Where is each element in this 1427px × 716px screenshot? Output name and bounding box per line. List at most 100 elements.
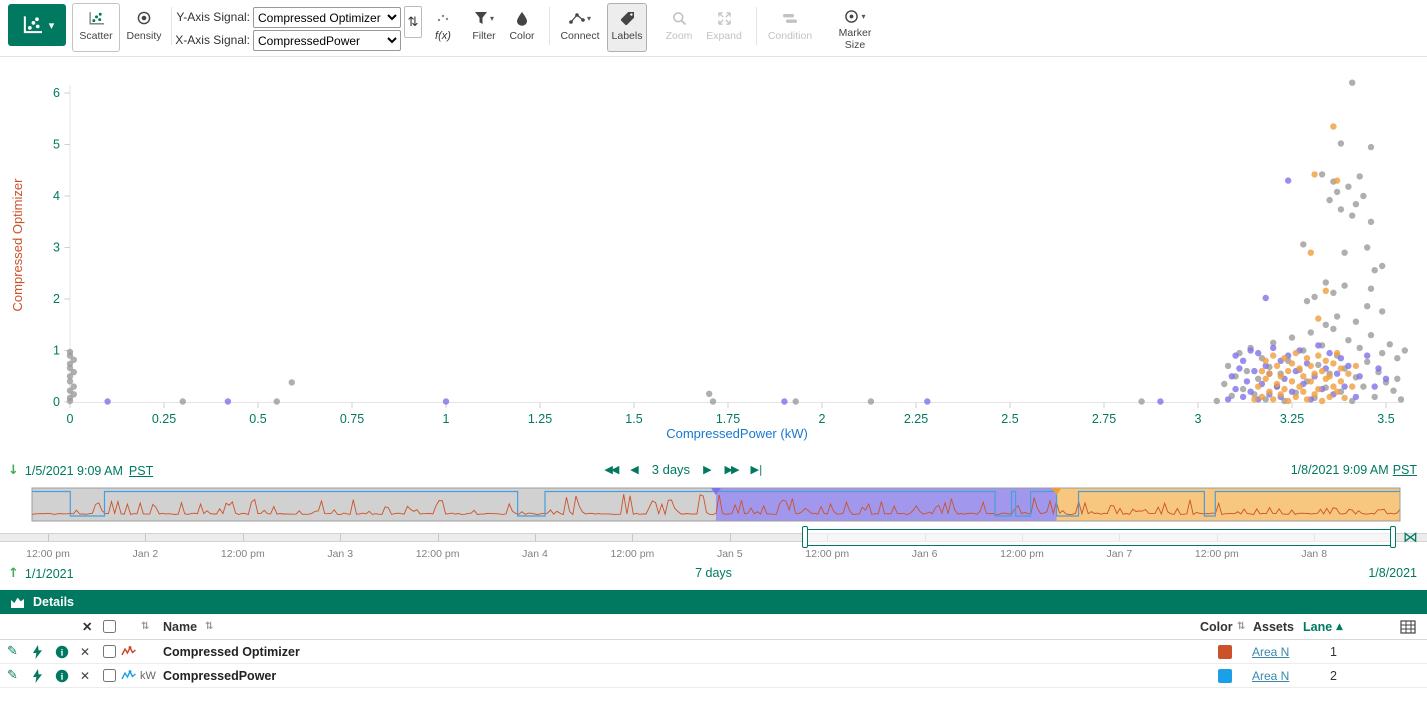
remove-all-button[interactable]: ✕: [82, 614, 92, 639]
derive-icon[interactable]: [32, 664, 43, 687]
display-range-bar: ↓ 1/5/2021 9:09 AM PST ◀◀ ◀ 3 days ▶ ▶▶ …: [0, 458, 1427, 484]
remove-icon[interactable]: ✕: [80, 640, 90, 663]
derive-icon[interactable]: [32, 640, 43, 663]
timezone-link[interactable]: PST: [1393, 463, 1417, 477]
x-tick-label: 0: [67, 412, 74, 426]
color-swatch[interactable]: [1218, 645, 1232, 659]
column-header-name[interactable]: Name: [163, 614, 197, 639]
scatter-point: [1334, 177, 1340, 183]
column-header-color[interactable]: Color: [1200, 614, 1233, 639]
timezone-link[interactable]: PST: [129, 464, 153, 478]
scatter-point: [1157, 398, 1163, 404]
table-columns-button[interactable]: [1400, 614, 1416, 639]
swap-axes-button[interactable]: ⇅: [404, 6, 422, 38]
fx-button[interactable]: f(x): [428, 3, 458, 52]
x-tick-label: 3: [1195, 412, 1202, 426]
info-icon[interactable]: i: [55, 664, 69, 687]
step-size-label[interactable]: 3 days: [652, 462, 690, 477]
scatter-point: [1296, 365, 1302, 371]
sort-icon[interactable]: ⇅: [141, 614, 149, 639]
scatter-plot[interactable]: Compressed Optimizer CompressedPower (kW…: [0, 57, 1427, 455]
scatter-point: [1338, 206, 1344, 212]
scatter-point: [1308, 378, 1314, 384]
scatter-point: [1289, 378, 1295, 384]
density-mode-label: Density: [127, 30, 162, 42]
asset-link[interactable]: Area N: [1252, 669, 1289, 683]
sort-ascending-icon[interactable]: ▲: [1336, 614, 1343, 639]
chevron-down-icon: ▾: [49, 19, 55, 32]
condition-button[interactable]: Condition: [764, 3, 816, 52]
scatter-point: [1357, 373, 1363, 379]
row-checkbox[interactable]: [103, 645, 116, 658]
expand-button[interactable]: Expand: [702, 3, 746, 52]
scatter-point: [1360, 193, 1366, 199]
sort-icon[interactable]: ⇅: [205, 614, 213, 639]
scatter-mode-button[interactable]: Scatter: [72, 3, 120, 52]
timebar-region-unselected[interactable]: [32, 488, 716, 521]
selection-right-handle[interactable]: [1390, 526, 1396, 548]
connect-button[interactable]: ▾ Connect: [558, 3, 602, 52]
density-mode-button[interactable]: Density: [122, 3, 166, 52]
table-row: ✎ i ✕ Compressed Optimizer Area N 1: [0, 640, 1427, 664]
scatter-point: [1270, 396, 1276, 402]
scatter-point: [1289, 360, 1295, 366]
tool-picker-button[interactable]: ▾: [8, 4, 66, 46]
y-axis-signal-select[interactable]: Compressed Optimizer: [253, 7, 401, 28]
y-axis-signal-label: Y-Axis Signal:: [164, 10, 250, 24]
zoom-button[interactable]: Zoom: [661, 3, 697, 52]
selection-left-handle[interactable]: [802, 526, 808, 548]
step-back-many-button[interactable]: ◀◀: [604, 463, 617, 476]
trend-preview-strip[interactable]: [0, 487, 1427, 523]
column-header-lane[interactable]: Lane: [1303, 614, 1332, 639]
scatter-point: [924, 398, 930, 404]
toolbar-separator: [549, 7, 550, 45]
color-swatch[interactable]: [1218, 669, 1232, 683]
remove-icon[interactable]: ✕: [80, 664, 90, 687]
scatter-point: [1255, 350, 1261, 356]
fit-range-icon[interactable]: ⋈: [1403, 528, 1418, 546]
marker-size-button[interactable]: ▾ Marker Size: [824, 3, 886, 52]
step-to-end-button[interactable]: ▶|: [750, 463, 762, 476]
scatter-point: [1330, 383, 1336, 389]
tag-icon: [620, 9, 635, 27]
scrubber-selection-range[interactable]: [805, 529, 1393, 546]
edit-icon[interactable]: ✎: [7, 664, 18, 687]
row-name[interactable]: Compressed Optimizer: [163, 640, 300, 663]
scatter-point: [1368, 219, 1374, 225]
scatter-point: [1229, 373, 1235, 379]
sort-icon[interactable]: ⇅: [1237, 614, 1245, 639]
step-forward-many-button[interactable]: ▶▶: [725, 463, 738, 476]
x-axis-signal-select[interactable]: CompressedPower: [253, 30, 401, 51]
scrubber-tick: [730, 534, 731, 541]
row-checkbox[interactable]: [103, 669, 116, 682]
filter-button[interactable]: ▾ Filter: [466, 3, 502, 52]
scatter-point: [1323, 279, 1329, 285]
step-forward-button[interactable]: ▶: [703, 463, 711, 476]
x-tick-label: 1.25: [528, 412, 552, 426]
row-name[interactable]: CompressedPower: [163, 664, 276, 687]
details-panel-header[interactable]: Details: [0, 590, 1427, 614]
edit-icon[interactable]: ✎: [7, 640, 18, 663]
range-start-arrow-icon: ↓: [8, 463, 19, 478]
scatter-point: [1263, 295, 1269, 301]
investigate-range-duration[interactable]: 7 days: [0, 566, 1427, 580]
y-tick-label: 5: [53, 138, 60, 152]
column-header-assets[interactable]: Assets: [1253, 614, 1294, 639]
color-button[interactable]: Color: [506, 3, 538, 52]
select-all-checkbox[interactable]: [103, 620, 116, 633]
time-axis-label: Jan 6: [912, 548, 938, 560]
time-axis-label: 12:00 pm: [416, 548, 460, 560]
time-axis-label: 12:00 pm: [1195, 548, 1239, 560]
scatter-point: [71, 383, 77, 389]
scatter-point: [1240, 358, 1246, 364]
density-icon: [136, 9, 152, 27]
y-tick-label: 3: [53, 241, 60, 255]
timebar-region-capsule-orange[interactable]: [1057, 488, 1400, 521]
asset-link[interactable]: Area N: [1252, 645, 1289, 659]
info-icon[interactable]: i: [55, 640, 69, 663]
scatter-point: [1304, 355, 1310, 361]
scatter-point: [1266, 371, 1272, 377]
step-back-button[interactable]: ◀: [630, 463, 638, 476]
labels-button[interactable]: Labels: [607, 3, 647, 52]
x-tick-label: 0.75: [340, 412, 364, 426]
